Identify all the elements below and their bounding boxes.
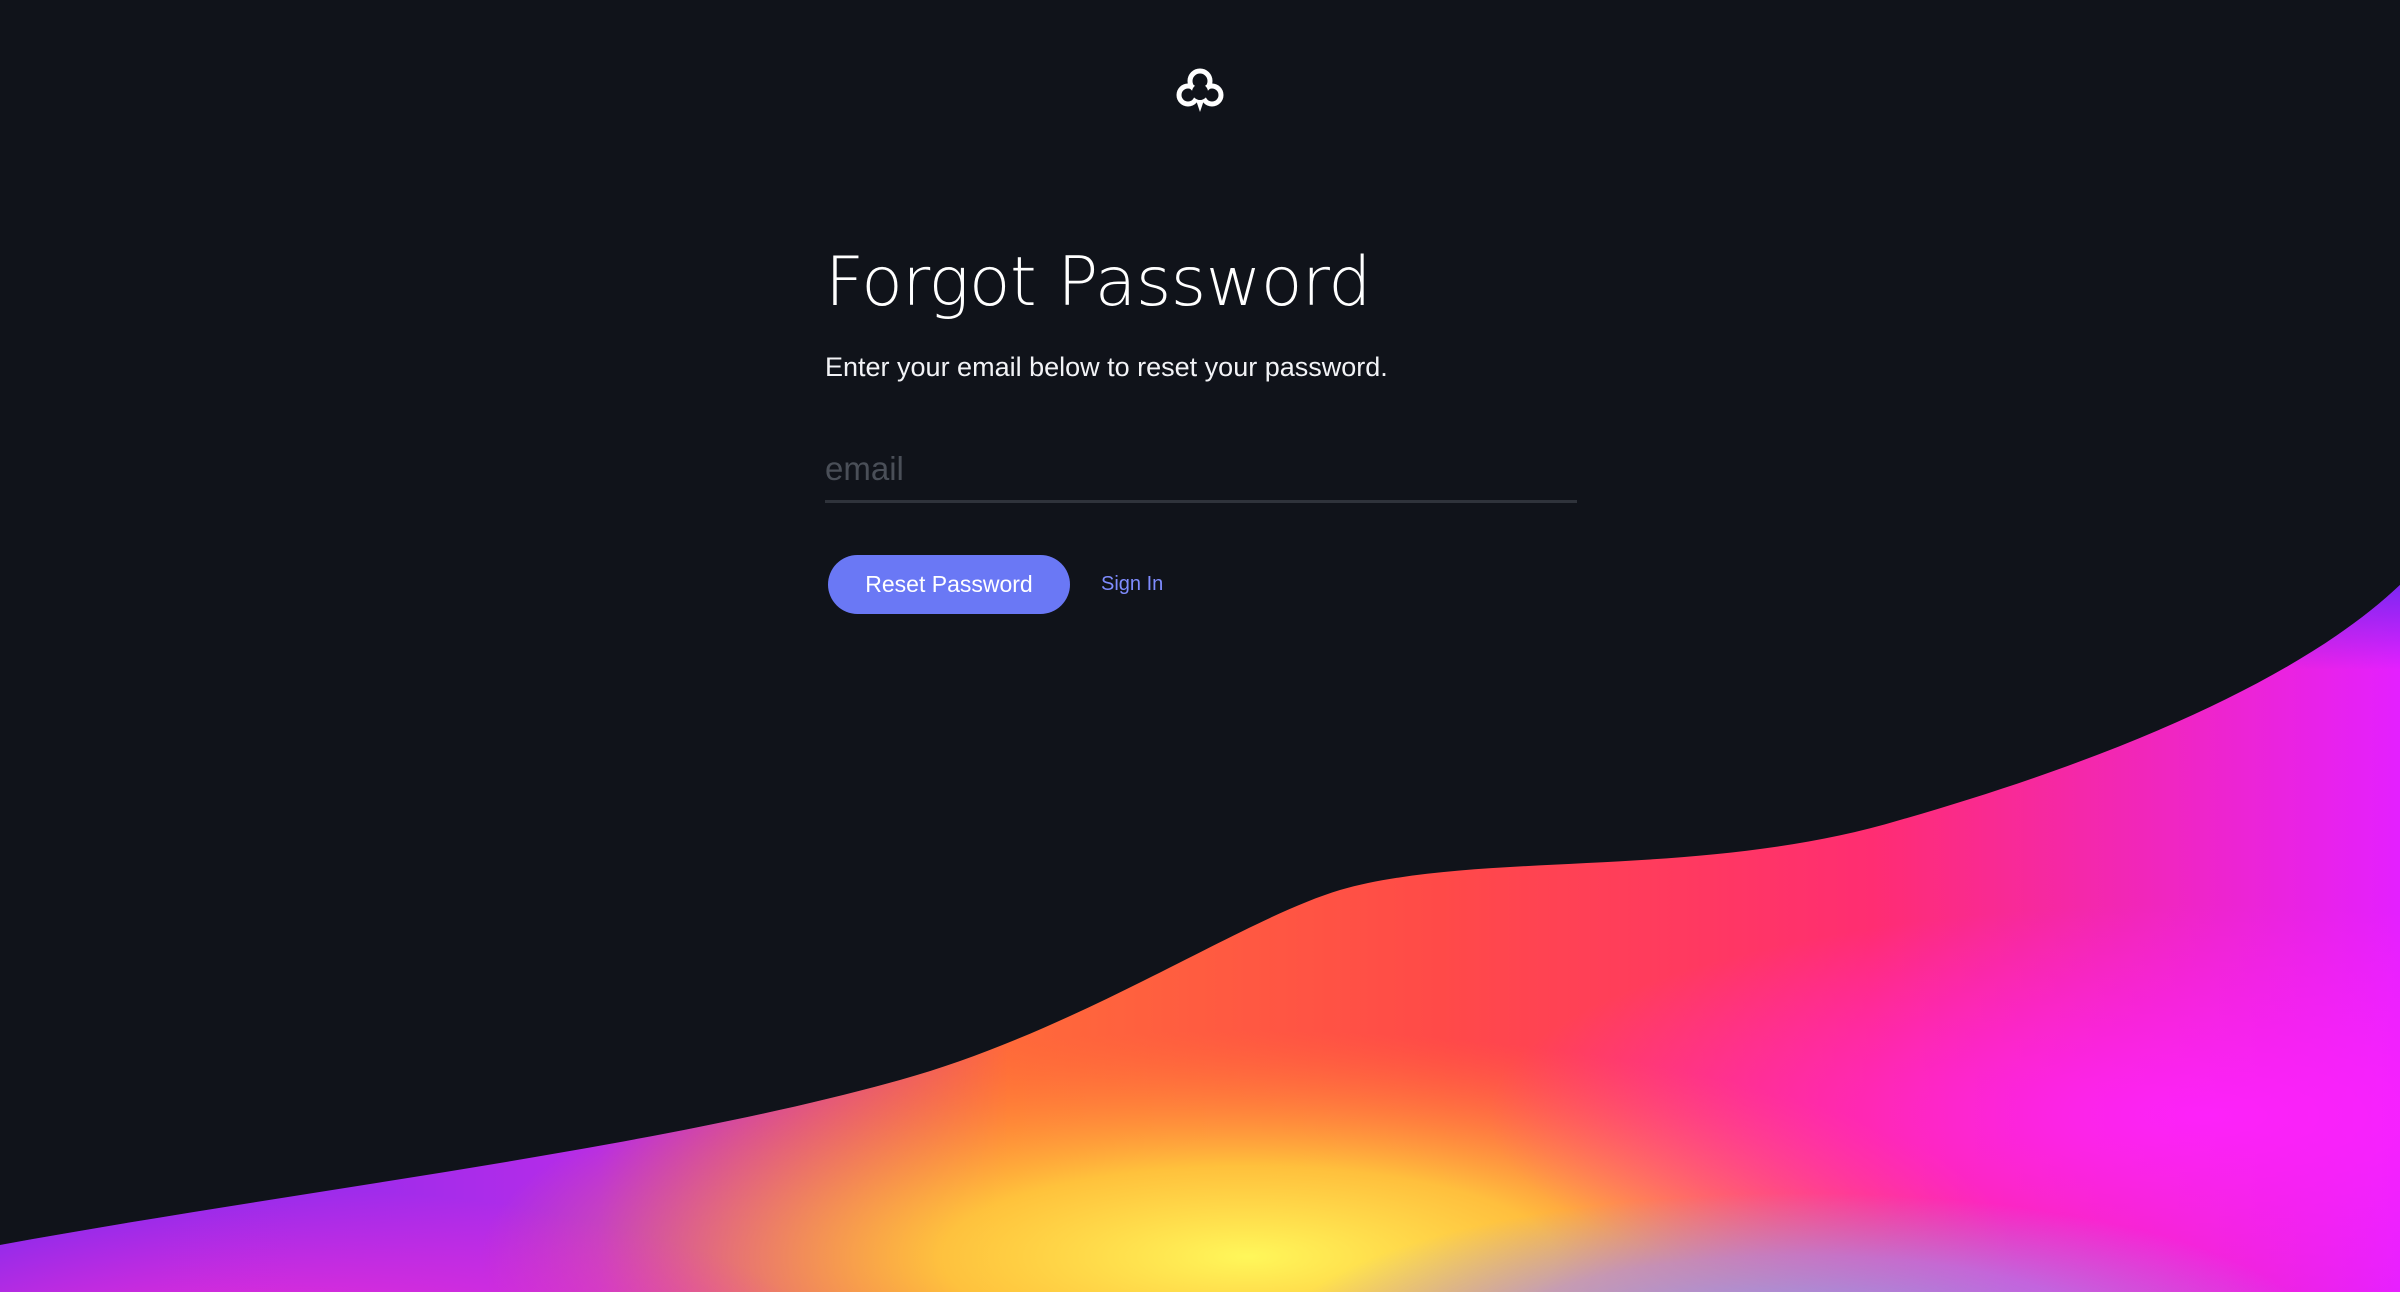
forgot-password-form: Forgot Password Enter your email below t… xyxy=(825,238,1577,614)
forgot-password-page: Forgot Password Enter your email below t… xyxy=(0,0,2400,1292)
reset-password-button[interactable]: Reset Password xyxy=(828,555,1070,614)
form-actions: Reset Password Sign In xyxy=(825,555,1577,614)
email-field-container xyxy=(825,448,1577,503)
sign-in-link[interactable]: Sign In xyxy=(1101,573,1163,596)
email-input[interactable] xyxy=(825,448,1577,500)
page-subtitle: Enter your email below to reset your pas… xyxy=(825,352,1388,382)
page-title: Forgot Password xyxy=(825,243,1371,322)
cloud-logo-icon xyxy=(1176,68,1224,112)
decorative-gradient-wave xyxy=(0,585,2400,1292)
